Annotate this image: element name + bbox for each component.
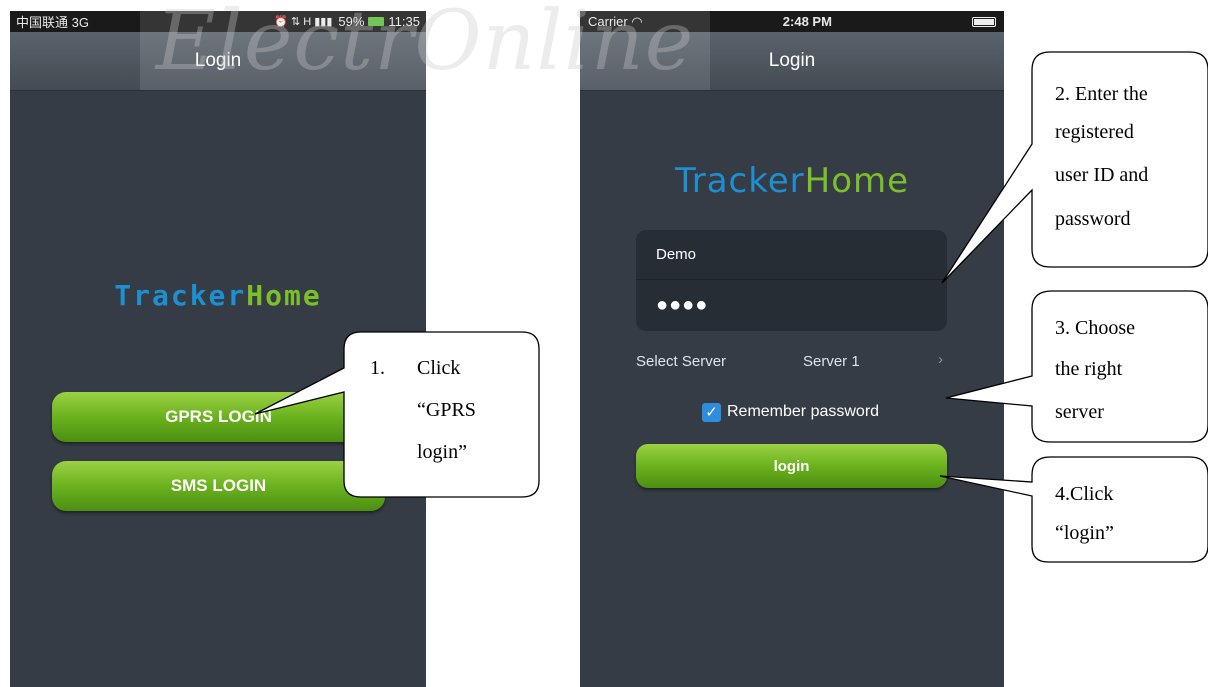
ios-nav-bar: Login (580, 32, 1004, 91)
callout-2-line-3: user ID and (1055, 164, 1149, 186)
callout-1-line-3: login” (417, 441, 467, 463)
page-title: Login (194, 50, 242, 71)
password-field[interactable]: ●●●● (636, 280, 947, 330)
wifi-icon: ◠ (631, 13, 643, 29)
remember-password-checkbox[interactable]: ✓ (702, 402, 721, 422)
logo-home-text: Home (804, 161, 910, 201)
callout-3-line-2: the right (1055, 358, 1123, 380)
callout-1-line-1: Click (417, 357, 461, 379)
status-icons: ⏰ ⇅ H ▮▮▮ (274, 16, 333, 28)
server-value: Server 1 (803, 353, 860, 370)
battery-percent: 59% (338, 14, 365, 29)
callout-2-line-2: registered (1055, 121, 1134, 143)
logo-tracker-text: Tracker (674, 161, 805, 201)
callout-3-line-1: 3. Choose (1055, 317, 1135, 339)
chevron-right-icon: › (938, 351, 943, 368)
battery-icon (368, 17, 385, 26)
gprs-login-button[interactable]: GPRS LOGIN (52, 392, 385, 442)
callout-3-line-3: server (1055, 401, 1104, 423)
select-server-row[interactable]: Select Server Server 1 › (636, 349, 947, 375)
callout-2-line-4: password (1055, 208, 1131, 230)
trackerhome-logo: TrackerHome (10, 279, 426, 312)
android-nav-bar: Login (10, 32, 426, 91)
callout-1-number: 1. (370, 357, 385, 379)
status-time: 11:35 (388, 14, 420, 29)
ios-login-screen: Carrier ◠ 2:48 PM Login TrackerHome Demo… (580, 11, 1004, 687)
battery-icon (972, 16, 996, 27)
login-button[interactable]: login (636, 444, 947, 488)
callout-2-line-1: 2. Enter the (1055, 83, 1148, 105)
sms-login-button[interactable]: SMS LOGIN (52, 461, 385, 511)
callout-4-line-2: “login” (1055, 522, 1114, 544)
logo-tracker-text: Tracker (114, 279, 247, 312)
remember-password-row: ✓ Remember password (702, 401, 879, 423)
user-id-field[interactable]: Demo (636, 230, 947, 280)
callout-4-line-1: 4.Click (1055, 483, 1114, 505)
remember-password-label: Remember password (727, 403, 880, 420)
callout-1-line-2: “GPRS (417, 399, 476, 421)
credentials-form: Demo ●●●● (636, 230, 947, 331)
ios-status-time: 2:48 PM (782, 14, 832, 29)
android-status-bar: 中国联通 3G ⏰ ⇅ H ▮▮▮ 59% 11:35 (10, 11, 426, 32)
carrier-text: Carrier (588, 13, 628, 29)
ios-status-bar: Carrier ◠ 2:48 PM (580, 11, 1004, 32)
server-label: Select Server (636, 353, 727, 370)
logo-home-text: Home (246, 279, 322, 312)
ios-carrier-label: Carrier ◠ (588, 14, 643, 30)
trackerhome-logo: TrackerHome (580, 161, 1004, 201)
page-title: Login (768, 50, 816, 71)
android-login-screen: 中国联通 3G ⏰ ⇅ H ▮▮▮ 59% 11:35 Login Tracke… (10, 11, 426, 687)
carrier-label: 中国联通 3G (16, 15, 89, 30)
